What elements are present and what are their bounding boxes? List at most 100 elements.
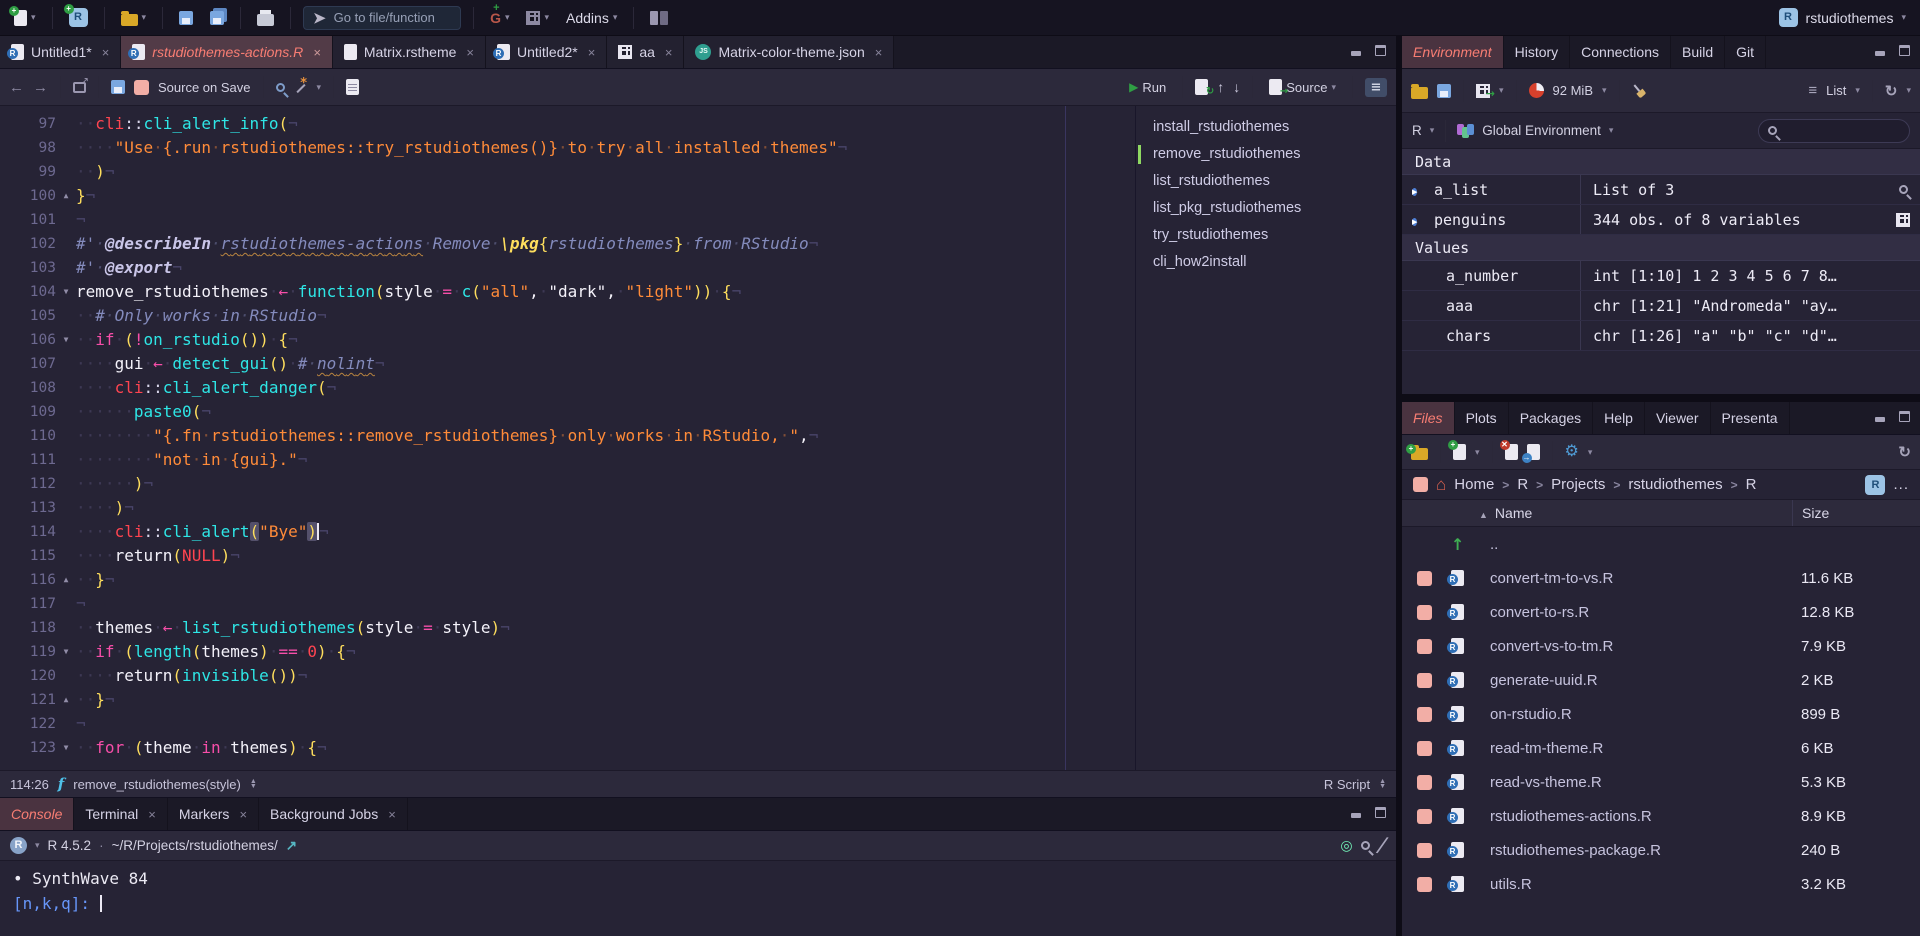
save-icon[interactable] xyxy=(111,80,125,94)
code-line[interactable]: 105 ··#·Only·works·in·RStudio¬ xyxy=(0,304,1135,328)
code-line[interactable]: 99 ··)¬ xyxy=(0,160,1135,184)
new-file-button[interactable]: + ▾ xyxy=(9,5,40,29)
environment-object-row[interactable]: ▶ penguins 344 obs. of 8 variables xyxy=(1402,205,1920,235)
code-line[interactable]: 109 ······paste0(¬ xyxy=(0,400,1135,424)
filetype-label[interactable]: R Script xyxy=(1324,777,1370,792)
save-button[interactable] xyxy=(175,8,197,28)
scope-selector-arrows[interactable]: ▲ ▼ xyxy=(250,778,257,790)
file-row[interactable]: Ron-rstudio.R 899 B xyxy=(1402,697,1920,731)
editor-tab[interactable]: Rrstudiothemes-actions.R × xyxy=(121,36,333,68)
code-line[interactable]: 121 ▲ ··}¬ xyxy=(0,688,1135,712)
console-tab[interactable]: Terminal × xyxy=(74,798,168,830)
file-row[interactable]: Rgenerate-uuid.R 2 KB xyxy=(1402,663,1920,697)
project-menu-button[interactable]: R rstudiothemes ▾ xyxy=(1778,8,1910,27)
environment-object-row[interactable]: a_number int [1:10] 1 2 3 4 5 6 7 8… xyxy=(1402,261,1920,291)
editor-tab[interactable]: R Untitled2* × xyxy=(486,36,608,68)
run-button[interactable]: ▶ Run xyxy=(1125,77,1170,98)
code-line[interactable]: 97 ··cli::cli_alert_info(¬ xyxy=(0,112,1135,136)
refresh-icon[interactable]: ↻ xyxy=(1898,443,1911,461)
code-line[interactable]: 108 ····cli::cli_alert_danger(¬ xyxy=(0,376,1135,400)
file-row[interactable]: Rutils.R 3.2 KB xyxy=(1402,867,1920,901)
editor-tab[interactable]: R Untitled1* × xyxy=(0,36,122,68)
file-name[interactable]: .. xyxy=(1490,536,1792,553)
minimize-icon[interactable] xyxy=(1351,46,1363,56)
new-folder-icon[interactable]: + xyxy=(1406,444,1428,460)
tab-close-icon[interactable]: × xyxy=(665,45,673,60)
breadcrumb-item[interactable]: Home xyxy=(1454,476,1494,493)
scope-label[interactable]: remove_rstudiothemes(style) xyxy=(73,777,241,792)
find-icon[interactable] xyxy=(275,82,285,92)
outline-item[interactable]: remove_rstudiothemes xyxy=(1136,141,1396,168)
next-chunk-button[interactable]: ↓ xyxy=(1233,79,1240,95)
file-name[interactable]: generate-uuid.R xyxy=(1490,672,1792,689)
tab-close-icon[interactable]: × xyxy=(313,45,321,60)
file-row[interactable]: Rrstudiothemes-actions.R 8.9 KB xyxy=(1402,799,1920,833)
code-line[interactable]: 102 #'·@describeIn·rstudiothemes-actions·… xyxy=(0,232,1135,256)
outline-item[interactable]: list_pkg_rstudiothemes xyxy=(1136,195,1396,222)
files-tab[interactable]: Viewer xyxy=(1645,402,1711,434)
copy-file-icon[interactable]: → xyxy=(1521,444,1540,463)
delete-file-icon[interactable]: ✕ xyxy=(1499,440,1518,460)
refresh-icon[interactable]: ↻ xyxy=(1885,82,1898,100)
back-button[interactable]: ← xyxy=(9,79,24,96)
code-line[interactable]: 112 ······)¬ xyxy=(0,472,1135,496)
environment-tab[interactable]: Git xyxy=(1725,36,1767,68)
environment-tab[interactable]: History xyxy=(1504,36,1571,68)
fold-marker[interactable]: ▼ xyxy=(56,328,76,352)
tab-close-icon[interactable]: × xyxy=(148,807,156,822)
more-file-commands-icon[interactable]: ⚙ xyxy=(1565,444,1579,460)
file-row[interactable]: ↑.. xyxy=(1402,527,1920,561)
tab-close-icon[interactable]: × xyxy=(588,45,596,60)
memory-usage-label[interactable]: 92 MiB xyxy=(1553,83,1593,98)
console-output[interactable]: • SynthWave 84 [n,k,q]: xyxy=(0,861,1396,936)
file-row[interactable]: Rconvert-to-rs.R 12.8 KB xyxy=(1402,595,1920,629)
environment-scope-label[interactable]: Global Environment xyxy=(1482,123,1601,138)
code-line[interactable]: 118 ··themes·←·list_rstudiothemes(style·=… xyxy=(0,616,1135,640)
code-line[interactable]: 116 ▲ ··}¬ xyxy=(0,568,1135,592)
maximize-icon[interactable] xyxy=(1375,807,1386,818)
breadcrumb-item[interactable]: R xyxy=(1746,476,1757,493)
code-line[interactable]: 98 ····"Use·{.run·rstudiothemes::try_rstu… xyxy=(0,136,1135,160)
save-workspace-icon[interactable] xyxy=(1437,83,1451,98)
editor-tab[interactable]: Matrix.rstheme × xyxy=(332,36,487,68)
sort-by-size-header[interactable]: Size xyxy=(1792,500,1920,526)
file-checkbox[interactable] xyxy=(1417,774,1432,790)
code-line[interactable]: 120 ····return(invisible())¬ xyxy=(0,664,1135,688)
view-table-icon[interactable] xyxy=(1896,212,1910,227)
maximize-icon[interactable] xyxy=(1899,45,1910,56)
environment-object-row[interactable]: chars chr [1:26] "a" "b" "c" "d"… xyxy=(1402,321,1920,351)
home-icon[interactable]: ⌂ xyxy=(1436,476,1446,493)
code-line[interactable]: 104 ▼ remove_rstudiothemes·←·function(styl… xyxy=(0,280,1135,304)
file-name[interactable]: convert-tm-to-vs.R xyxy=(1490,570,1792,587)
fold-marker[interactable]: ▲ xyxy=(56,688,76,712)
environment-tab[interactable]: Environment xyxy=(1402,36,1504,68)
tab-close-icon[interactable]: × xyxy=(875,45,883,60)
version-control-button[interactable]: G ▾ xyxy=(486,2,513,29)
file-checkbox[interactable] xyxy=(1417,570,1432,586)
load-workspace-icon[interactable] xyxy=(1411,83,1428,99)
fold-marker[interactable]: ▲ xyxy=(56,568,76,592)
files-tab[interactable]: Files xyxy=(1402,402,1455,434)
expand-icon[interactable]: ▶ xyxy=(1412,187,1418,196)
environment-tab[interactable]: Build xyxy=(1671,36,1726,68)
code-editor[interactable]: 97 ··cli::cli_alert_info(¬ 98 ····"Use·{.ru… xyxy=(0,106,1396,770)
popout-icon[interactable] xyxy=(73,76,89,93)
tab-close-icon[interactable]: × xyxy=(388,807,396,822)
chevron-down-icon[interactable]: ▾ xyxy=(35,840,40,851)
file-name[interactable]: convert-vs-to-tm.R xyxy=(1490,638,1792,655)
save-all-button[interactable] xyxy=(206,8,228,28)
more-button[interactable]: ... xyxy=(1893,476,1909,493)
file-checkbox[interactable] xyxy=(1417,842,1432,858)
environment-object-row[interactable]: ▶ a_list List of 3 xyxy=(1402,175,1920,205)
filetype-selector-arrows[interactable]: ▲ ▼ xyxy=(1379,778,1386,790)
file-row[interactable]: Rread-tm-theme.R 6 KB xyxy=(1402,731,1920,765)
project-badge-icon[interactable]: R xyxy=(1865,474,1886,495)
file-name[interactable]: convert-to-rs.R xyxy=(1490,604,1792,621)
code-line[interactable]: 107 ····gui·←·detect_gui()·#·nolint¬ xyxy=(0,352,1135,376)
code-line[interactable]: 111 ········"not·in·{gui}."¬ xyxy=(0,448,1135,472)
file-checkbox[interactable] xyxy=(1417,672,1432,688)
open-file-button[interactable]: ▾ xyxy=(117,7,151,29)
source-on-save-checkbox[interactable] xyxy=(134,79,149,95)
list-view-label[interactable]: List xyxy=(1826,83,1846,98)
file-name[interactable]: read-vs-theme.R xyxy=(1490,774,1792,791)
